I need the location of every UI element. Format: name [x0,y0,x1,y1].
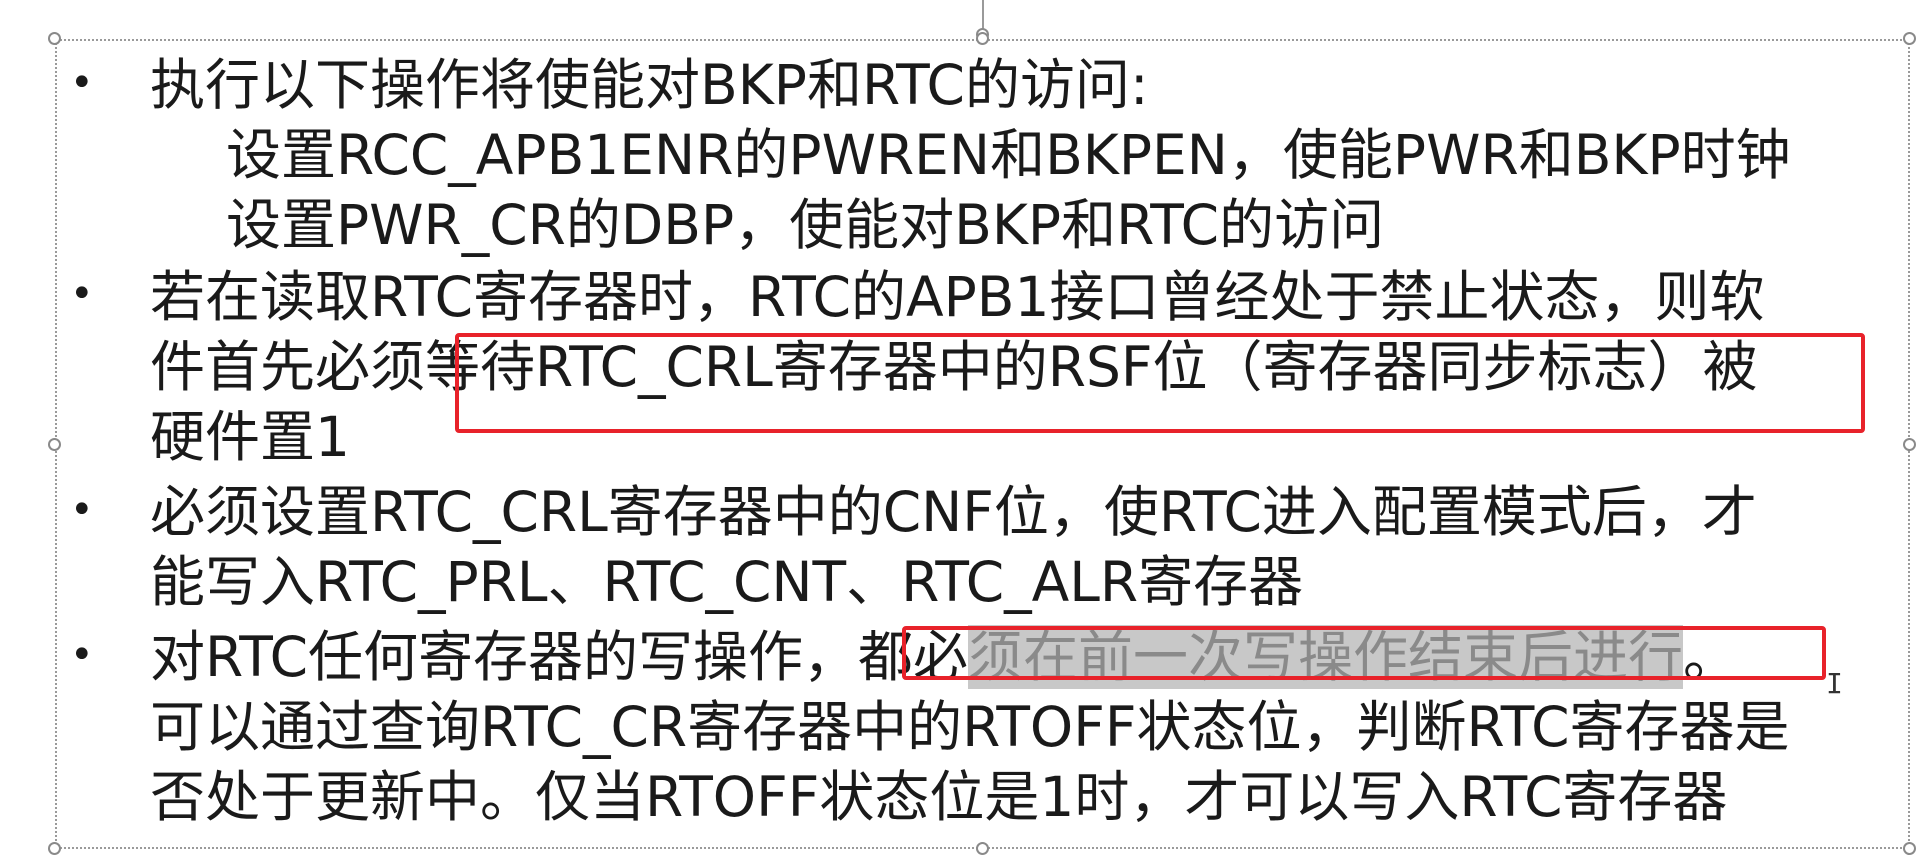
resize-handle-bottom-right[interactable] [1903,842,1916,855]
text-cursor-icon: I [1826,667,1843,700]
sub-item-1: 设置RCC_APB1ENR的PWREN和BKPEN，使能PWR和BKP时钟 [226,123,1791,187]
sub-item-2: 设置PWR_CR的DBP，使能对BKP和RTC的访问 [226,193,1385,257]
bullet-1-line-1: 执行以下操作将使能对BKP和RTC的访问: [150,53,1149,117]
bullet-3-line-2: 能写入RTC_PRL、RTC_CNT、RTC_ALR寄存器 [150,550,1304,614]
bullet-4-line-3: 否处于更新中。仅当RTOFF状态位是1时，才可以写入RTC寄存器 [150,765,1728,829]
annotation-box-write-after-previous [902,626,1826,680]
bullet-3-line-1: 必须设置RTC_CRL寄存器中的CNF位，使RTC进入配置模式后，才 [150,480,1757,544]
bullet-marker: • [70,487,94,533]
text-run: 对RTC任何寄存器的写操作，都必 [150,625,968,689]
bullet-marker: • [70,60,94,106]
resize-handle-top-left[interactable] [48,32,61,45]
bullet-marker: • [70,632,94,678]
resize-handle-bottom-center[interactable] [976,842,989,855]
bullet-2-line-1: 若在读取RTC寄存器时，RTC的APB1接口曾经处于禁止状态，则软 [150,265,1765,329]
resize-handle-middle-left[interactable] [48,438,61,451]
bullet-marker: • [70,271,94,317]
annotation-box-rsf-wait [455,333,1865,433]
resize-handle-top-center[interactable] [976,32,989,45]
resize-handle-top-right[interactable] [1903,32,1916,45]
bullet-2-line-3: 硬件置1 [150,405,350,469]
resize-handle-middle-right[interactable] [1903,438,1916,451]
resize-handle-bottom-left[interactable] [48,842,61,855]
bullet-4-line-2: 可以通过查询RTC_CR寄存器中的RTOFF状态位，判断RTC寄存器是 [150,695,1790,759]
